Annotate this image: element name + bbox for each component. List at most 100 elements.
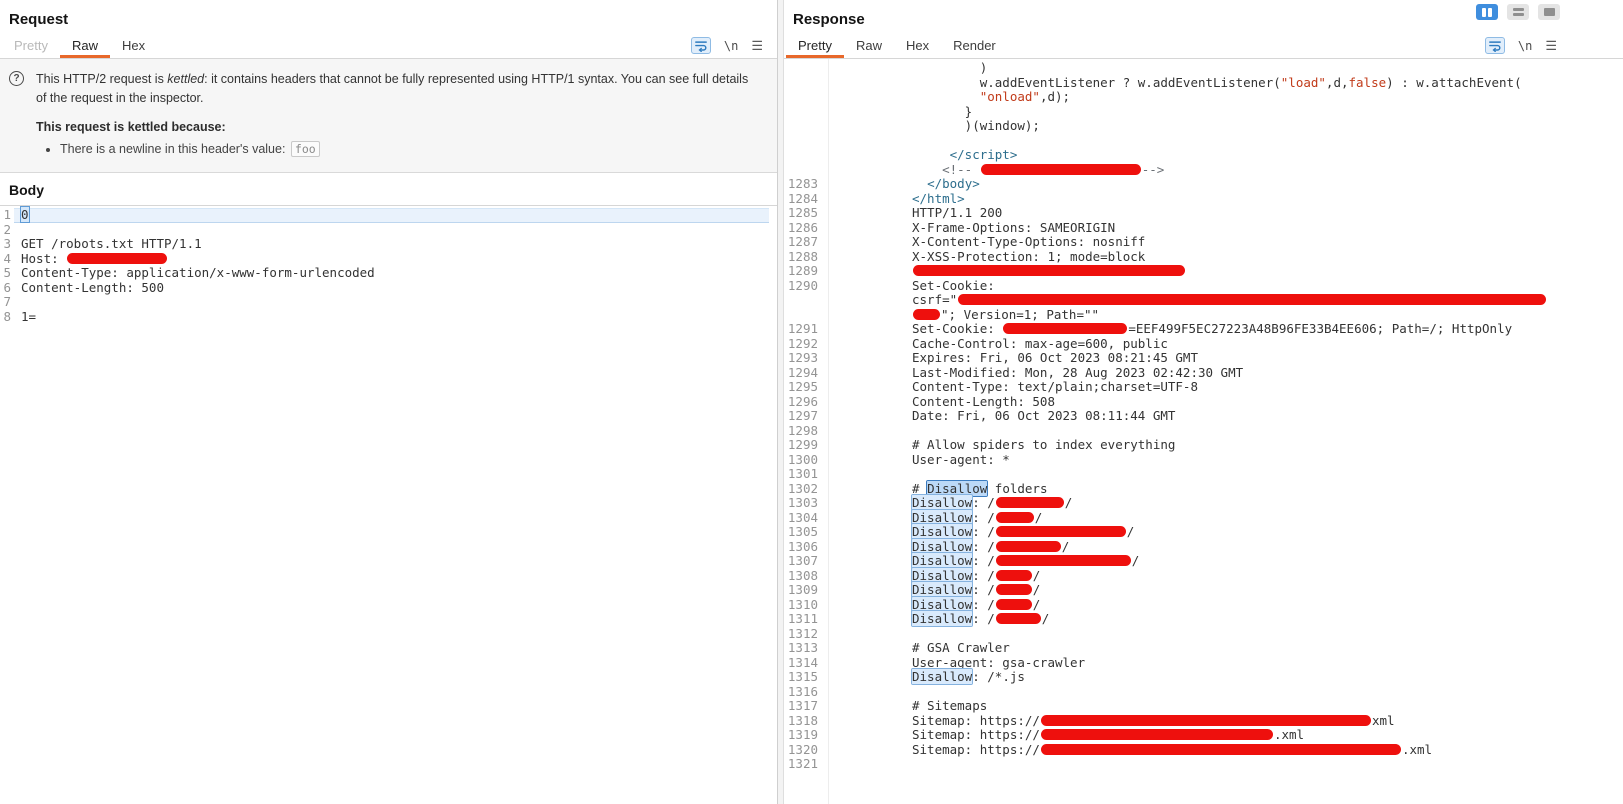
line-number bbox=[784, 90, 828, 105]
code-text: .xml bbox=[1401, 741, 1433, 757]
code-text: / bbox=[1032, 596, 1041, 612]
line-number: 1303 bbox=[787, 495, 818, 510]
code-line-content: User-agent: * bbox=[828, 452, 1623, 468]
code-line: "; Version=1; Path="" bbox=[784, 307, 1623, 323]
code-line: 1305 Disallow: / / bbox=[784, 524, 1623, 540]
code-text: .xml bbox=[1273, 727, 1305, 742]
code-line: 1319 Sitemap: https:// .xml bbox=[784, 727, 1623, 743]
code-line-content: X-Frame-Options: SAMEORIGIN bbox=[828, 220, 1623, 236]
code-line: "onload",d); bbox=[784, 89, 1623, 105]
code-line: 1287 X-Content-Type-Options: nosniff bbox=[784, 234, 1623, 250]
code-text: ,d, bbox=[1325, 74, 1349, 90]
code-line-content bbox=[828, 467, 1623, 482]
code-line-content: Cache-Control: max-age=600, public bbox=[828, 336, 1623, 352]
header-value-code: foo bbox=[290, 141, 320, 158]
line-number: 1294 bbox=[787, 364, 818, 380]
line-number: 1284 bbox=[787, 190, 818, 206]
code-line: 1311 Disallow: / / bbox=[784, 611, 1623, 627]
line-number: 1293 bbox=[787, 350, 818, 365]
code-text: # Sitemaps bbox=[912, 698, 988, 713]
code-line-content: w.addEventListener ? w.addEventListener(… bbox=[828, 74, 1623, 91]
code-line-content: <!-- --> bbox=[828, 162, 1623, 178]
code-line-content: Disallow: / / bbox=[828, 567, 1623, 584]
code-line-content bbox=[828, 264, 1623, 279]
line-number: 1306 bbox=[787, 538, 818, 554]
code-text: X-XSS-Protection: 1; mode=block bbox=[912, 248, 1146, 264]
code-text: # Allow spiders to index everything bbox=[912, 437, 1176, 452]
code-line-content bbox=[14, 223, 769, 238]
line-number: 1319 bbox=[787, 727, 818, 742]
line-number: 1304 bbox=[787, 509, 818, 525]
code-text: </script> bbox=[912, 147, 1018, 162]
code-line-content: # GSA Crawler bbox=[828, 640, 1623, 656]
line-number: 1286 bbox=[787, 219, 818, 235]
code-line-content: Set-Cookie: bbox=[828, 278, 1623, 294]
line-number: 1302 bbox=[787, 480, 818, 496]
line-number: 1298 bbox=[787, 422, 818, 438]
tab-pretty[interactable]: Pretty bbox=[786, 33, 844, 58]
line-number: 1295 bbox=[787, 379, 818, 394]
line-number: 1309 bbox=[787, 582, 818, 597]
code-line-content: Expires: Fri, 06 Oct 2023 08:21:45 GMT bbox=[828, 350, 1623, 366]
code-text: </html> bbox=[912, 190, 965, 206]
code-text: Last-Modified: Mon, 28 Aug 2023 02:42:30… bbox=[912, 364, 1244, 380]
editor-menu-icon[interactable]: ☰ bbox=[1545, 38, 1557, 54]
code-text: Content-Type: text/plain;charset=UTF-8 bbox=[912, 379, 1198, 394]
code-line: 1320 Sitemap: https:// .xml bbox=[784, 741, 1623, 758]
code-text: : / bbox=[972, 524, 995, 539]
code-text: Date: Fri, 06 Oct 2023 08:11:44 GMT bbox=[912, 408, 1176, 423]
search-match: Disallow bbox=[912, 582, 973, 597]
tab-raw[interactable]: Raw bbox=[844, 33, 894, 58]
editor-menu-icon[interactable]: ☰ bbox=[751, 38, 763, 54]
help-icon: ? bbox=[9, 71, 24, 86]
redaction-bar bbox=[958, 294, 1547, 305]
line-number: 1297 bbox=[787, 408, 818, 423]
code-line: )(window); bbox=[784, 118, 1623, 134]
word-wrap-toggle[interactable] bbox=[1484, 37, 1505, 54]
single-panel-layout-button[interactable] bbox=[1538, 4, 1560, 20]
code-text: w.addEventListener ? w.addEventListener( bbox=[912, 74, 1281, 90]
code-line: 1302 # Disallow folders bbox=[784, 480, 1623, 497]
code-line-content: # Disallow folders bbox=[828, 480, 1623, 497]
code-text: : / bbox=[972, 553, 995, 568]
code-line-content bbox=[828, 424, 1623, 439]
code-text: </body> bbox=[927, 176, 980, 191]
search-match: Disallow bbox=[912, 669, 973, 684]
redaction-bar bbox=[995, 584, 1032, 595]
redaction-bar bbox=[995, 598, 1032, 610]
two-row-layout-button[interactable] bbox=[1507, 4, 1529, 20]
body-section-title: Body bbox=[0, 173, 777, 206]
request-panel-title: Request bbox=[9, 11, 69, 28]
tab-pretty: Pretty bbox=[14, 38, 48, 53]
search-match: Disallow bbox=[912, 611, 973, 626]
show-newlines-toggle[interactable]: \n bbox=[724, 39, 738, 53]
code-line: 1312 bbox=[784, 626, 1623, 642]
code-line-content: Content-Type: text/plain;charset=UTF-8 bbox=[828, 379, 1623, 395]
code-text: } bbox=[912, 103, 973, 119]
code-line-content: Host: bbox=[14, 251, 769, 267]
line-number bbox=[784, 76, 828, 91]
line-number bbox=[784, 105, 828, 120]
code-line: 1291 Set-Cookie: =EEF499F5EC27223A48B96FE… bbox=[784, 321, 1623, 337]
tab-raw[interactable]: Raw bbox=[59, 33, 110, 58]
tab-hex[interactable]: Hex bbox=[110, 33, 157, 58]
code-text: : / bbox=[972, 582, 995, 597]
code-line-content: Disallow: / / bbox=[828, 553, 1623, 569]
search-match: Disallow bbox=[912, 553, 973, 568]
code-text: ) : w.attachEvent( bbox=[1386, 74, 1522, 90]
code-line: 1304 Disallow: / / bbox=[784, 509, 1623, 526]
line-number: 1311 bbox=[787, 611, 818, 626]
request-panel: Request Pretty Raw Hex \n ☰ ? This HTTP/2 … bbox=[0, 0, 778, 804]
word-wrap-icon bbox=[1489, 40, 1501, 52]
code-line: 1292 Cache-Control: max-age=600, public bbox=[784, 336, 1623, 352]
request-body-editor[interactable]: 1 0 2 3 GET /robots.txt HTTP/1.1 4 Host: 5 Cont… bbox=[0, 206, 777, 804]
response-editor[interactable]: ) w.addEventListener ? w.addEventListene… bbox=[784, 59, 1623, 804]
word-wrap-toggle[interactable] bbox=[690, 37, 711, 54]
code-line: ) bbox=[784, 60, 1623, 76]
show-newlines-toggle[interactable]: \n bbox=[1518, 39, 1532, 53]
two-column-layout-button[interactable] bbox=[1476, 4, 1498, 20]
tab-hex[interactable]: Hex bbox=[894, 33, 941, 58]
tab-render[interactable]: Render bbox=[941, 33, 1008, 58]
code-line-content: ) bbox=[828, 60, 1623, 76]
